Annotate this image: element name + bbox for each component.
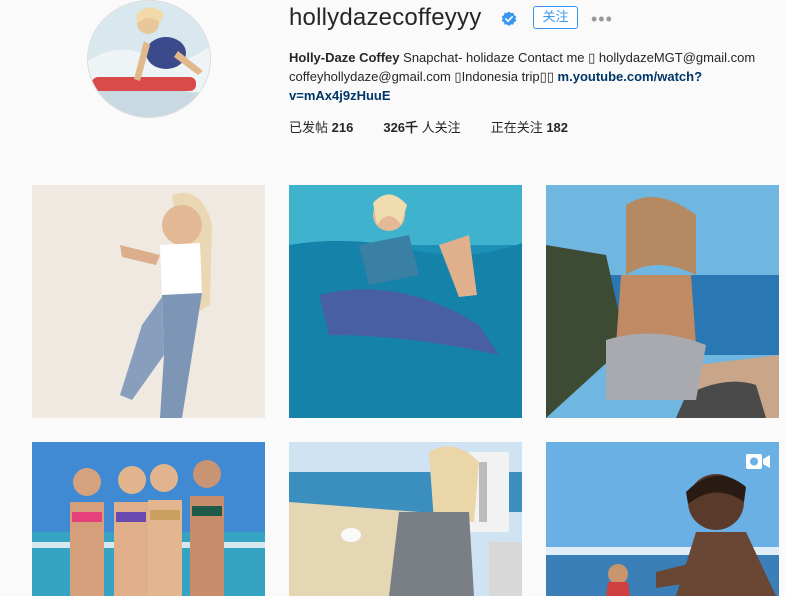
followers-count[interactable]: 326千 人关注 (383, 117, 460, 136)
following-count[interactable]: 正在关注 182 (491, 117, 568, 136)
bio-text-line2: coffeyhollydaze@gmail.com ▯Indonesia tri… (289, 69, 558, 84)
video-icon (746, 454, 770, 469)
follow-button[interactable]: 关注 (533, 6, 578, 29)
more-options-icon[interactable]: ••• (591, 9, 613, 30)
grid-post-4[interactable] (32, 442, 265, 596)
bio-link[interactable]: m.youtube.com/watch? (558, 69, 702, 84)
verified-badge-icon (501, 11, 517, 26)
profile-bio: Holly-Daze Coffey Snapchat- holidaze Con… (289, 48, 779, 105)
grid-post-1[interactable] (32, 185, 265, 418)
grid-post-2[interactable] (289, 185, 522, 418)
grid-post-5[interactable] (289, 442, 522, 596)
profile-username: hollydazecoffeyyy (289, 4, 482, 31)
profile-stats: 已发帖 216 326千 人关注 正在关注 182 (289, 117, 598, 136)
profile-avatar (87, 0, 211, 118)
posts-count: 已发帖 216 (289, 120, 354, 135)
bio-link-continued[interactable]: v=mAx4j9zHuuE (289, 88, 391, 103)
profile-display-name: Holly-Daze Coffey (289, 50, 400, 65)
grid-post-3[interactable] (546, 185, 779, 418)
grid-post-6[interactable] (546, 442, 779, 596)
bio-text-line1: Snapchat- holidaze Contact me ▯ hollydaz… (399, 50, 756, 65)
